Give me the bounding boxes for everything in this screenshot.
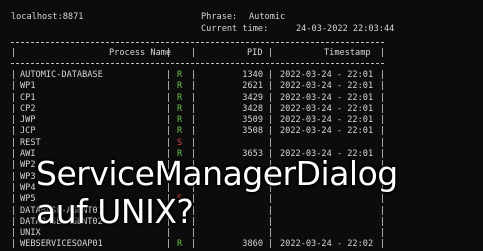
overlay-title-line2: auf UNIX? (36, 192, 194, 231)
overlay-title-line1: ServiceManagerDialog (36, 154, 398, 193)
title-overlay: ServiceManagerDialog auf UNIX? (0, 0, 483, 251)
